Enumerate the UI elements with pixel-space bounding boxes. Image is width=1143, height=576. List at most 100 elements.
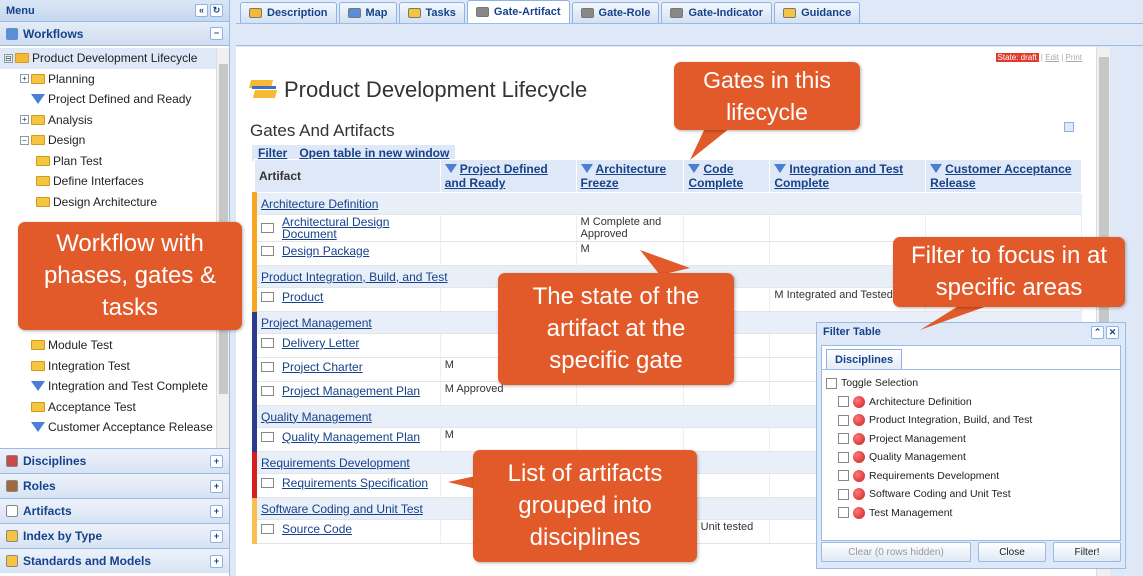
column-header-gate[interactable]: Customer Acceptance Release — [925, 159, 1082, 193]
tab-gate-indicator[interactable]: Gate-Indicator — [661, 2, 773, 23]
artifact-link[interactable]: Architectural Design Document — [282, 216, 432, 240]
double-chevron-left-icon[interactable]: « — [195, 4, 208, 17]
tab-label: Gate-Artifact — [493, 6, 561, 18]
accordion-roles[interactable]: Roles + — [0, 473, 229, 498]
tree-item[interactable]: Project Defined and Ready — [0, 89, 229, 110]
gate-label[interactable]: Customer Acceptance Release — [930, 162, 1071, 190]
tree-item[interactable]: + Planning — [0, 69, 229, 90]
expand-icon[interactable]: + — [210, 554, 223, 568]
expand-toggle-icon[interactable]: + — [20, 74, 29, 84]
tree-item[interactable]: Module Test — [0, 335, 229, 356]
expand-icon[interactable]: + — [210, 504, 223, 518]
tree-item[interactable]: ⊟ Product Development Lifecycle — [0, 48, 229, 69]
folder-icon — [31, 340, 45, 351]
print-link[interactable]: Print — [1066, 53, 1082, 62]
tab-tasks[interactable]: Tasks — [398, 2, 465, 23]
tree-item[interactable]: Integration and Test Complete — [0, 376, 229, 397]
expand-icon[interactable]: + — [210, 529, 223, 543]
discipline-group-label[interactable]: Architecture Definition — [252, 192, 1082, 215]
refresh-icon[interactable]: ↻ — [210, 4, 223, 17]
tab-label: Guidance — [801, 7, 852, 19]
tab-disciplines[interactable]: Disciplines — [826, 349, 903, 369]
tab-description[interactable]: Description — [240, 2, 337, 23]
accordion-standards-and-models[interactable]: Standards and Models + — [0, 548, 229, 573]
tree-item-label: Customer Acceptance Release — [48, 420, 213, 435]
gate-label[interactable]: Project Defined and Ready — [445, 162, 548, 190]
discipline-filter-item[interactable]: Requirements Development — [826, 467, 1116, 486]
discipline-filter-item[interactable]: Software Coding and Unit Test — [826, 485, 1116, 504]
collapse-toggle[interactable]: − — [210, 27, 223, 40]
discipline-checkbox[interactable] — [838, 433, 849, 445]
accordion-index-by-type[interactable]: Index by Type + — [0, 523, 229, 548]
discipline-checkbox[interactable] — [838, 396, 849, 408]
toggle-selection-row[interactable]: Toggle Selection — [826, 374, 1116, 393]
gate-icon — [688, 164, 701, 173]
artifact-link[interactable]: Project Charter — [282, 361, 363, 373]
close-button[interactable]: Close — [978, 542, 1046, 562]
tree-item[interactable]: − Design — [0, 130, 229, 151]
column-header-gate[interactable]: Integration and Test Complete — [769, 159, 927, 193]
tree-item-label: Project Defined and Ready — [48, 92, 192, 107]
accordion-artifacts[interactable]: Artifacts + — [0, 498, 229, 523]
artifact-cell: Design Package — [252, 241, 441, 266]
discipline-filter-item[interactable]: Product Integration, Build, and Test — [826, 411, 1116, 430]
tree-item[interactable]: Integration Test — [0, 356, 229, 377]
toggle-selection-checkbox[interactable] — [826, 377, 837, 389]
discipline-filter-item[interactable]: Test Management — [826, 504, 1116, 523]
tree-item[interactable]: Plan Test — [0, 151, 229, 172]
collapse-icon[interactable]: ⌃ — [1091, 325, 1104, 339]
discipline-checkbox[interactable] — [838, 451, 849, 463]
discipline-filter-item[interactable]: Quality Management — [826, 448, 1116, 467]
discipline-checkbox[interactable] — [838, 414, 849, 426]
tree-item[interactable]: Acceptance Test — [0, 397, 229, 418]
expand-toggle-icon[interactable]: − — [20, 135, 29, 145]
discipline-label: Quality Management — [869, 451, 966, 464]
tree-item[interactable]: Design Architecture — [0, 192, 229, 213]
gate-icon — [930, 164, 943, 173]
tree-item-label: Plan Test — [53, 153, 103, 168]
tree-item-label: Acceptance Test — [48, 399, 136, 414]
discipline-checkbox[interactable] — [838, 507, 849, 519]
artifact-link[interactable]: Product — [282, 291, 323, 303]
filter-button[interactable]: Filter! — [1053, 542, 1121, 562]
column-header-gate[interactable]: Project Defined and Ready — [439, 159, 577, 193]
document-icon — [261, 477, 274, 488]
artifact-link[interactable]: Requirements Specification — [282, 477, 428, 489]
discipline-filter-item[interactable]: Architecture Definition — [826, 393, 1116, 412]
tree-item[interactable]: Define Interfaces — [0, 171, 229, 192]
accordion-label: Index by Type — [23, 529, 103, 543]
folder-icon — [6, 555, 18, 567]
discipline-label: Software Coding and Unit Test — [869, 488, 1011, 501]
discipline-checkbox[interactable] — [838, 488, 849, 500]
expand-icon[interactable]: + — [210, 454, 223, 468]
expand-icon[interactable]: + — [210, 479, 223, 493]
discipline-checkbox[interactable] — [838, 470, 849, 482]
close-icon[interactable]: ✕ — [1106, 325, 1119, 339]
expand-toggle-icon[interactable]: ⊟ — [4, 53, 13, 63]
tree-item[interactable]: Customer Acceptance Release — [0, 417, 229, 438]
artifact-link[interactable]: Project Management Plan — [282, 385, 420, 397]
tab-map[interactable]: Map — [338, 2, 397, 23]
column-header-artifact: Artifact — [254, 159, 441, 193]
edit-link[interactable]: Edit — [1045, 53, 1059, 62]
artifact-link[interactable]: Source Code — [282, 523, 352, 535]
accordion-disciplines[interactable]: Disciplines + — [0, 448, 229, 473]
artifact-link[interactable]: Design Package — [282, 245, 369, 257]
tab-gate-role[interactable]: Gate-Role — [571, 2, 660, 23]
workflows-header[interactable]: Workflows − — [0, 22, 229, 46]
globe-icon — [347, 8, 361, 18]
artifact-link[interactable]: Quality Management Plan — [282, 431, 420, 443]
artifact-link[interactable]: Delivery Letter — [282, 337, 359, 349]
tree-item[interactable]: + Analysis — [0, 110, 229, 131]
collapse-section-icon[interactable] — [1064, 122, 1074, 132]
discipline-filter-item[interactable]: Project Management — [826, 430, 1116, 449]
expand-toggle-icon[interactable]: + — [20, 115, 29, 125]
column-header-gate[interactable]: Architecture Freeze — [575, 159, 685, 193]
gate-label[interactable]: Integration and Test Complete — [774, 162, 903, 190]
column-header-gate[interactable]: Code Complete — [683, 159, 771, 193]
tab-guidance[interactable]: Guidance — [774, 2, 861, 23]
tab-gate-artifact[interactable]: Gate-Artifact — [466, 0, 570, 23]
gate-label[interactable]: Architecture Freeze — [581, 162, 667, 190]
artifact-cell: Delivery Letter — [252, 333, 441, 358]
clear-button[interactable]: Clear (0 rows hidden) — [821, 542, 971, 562]
